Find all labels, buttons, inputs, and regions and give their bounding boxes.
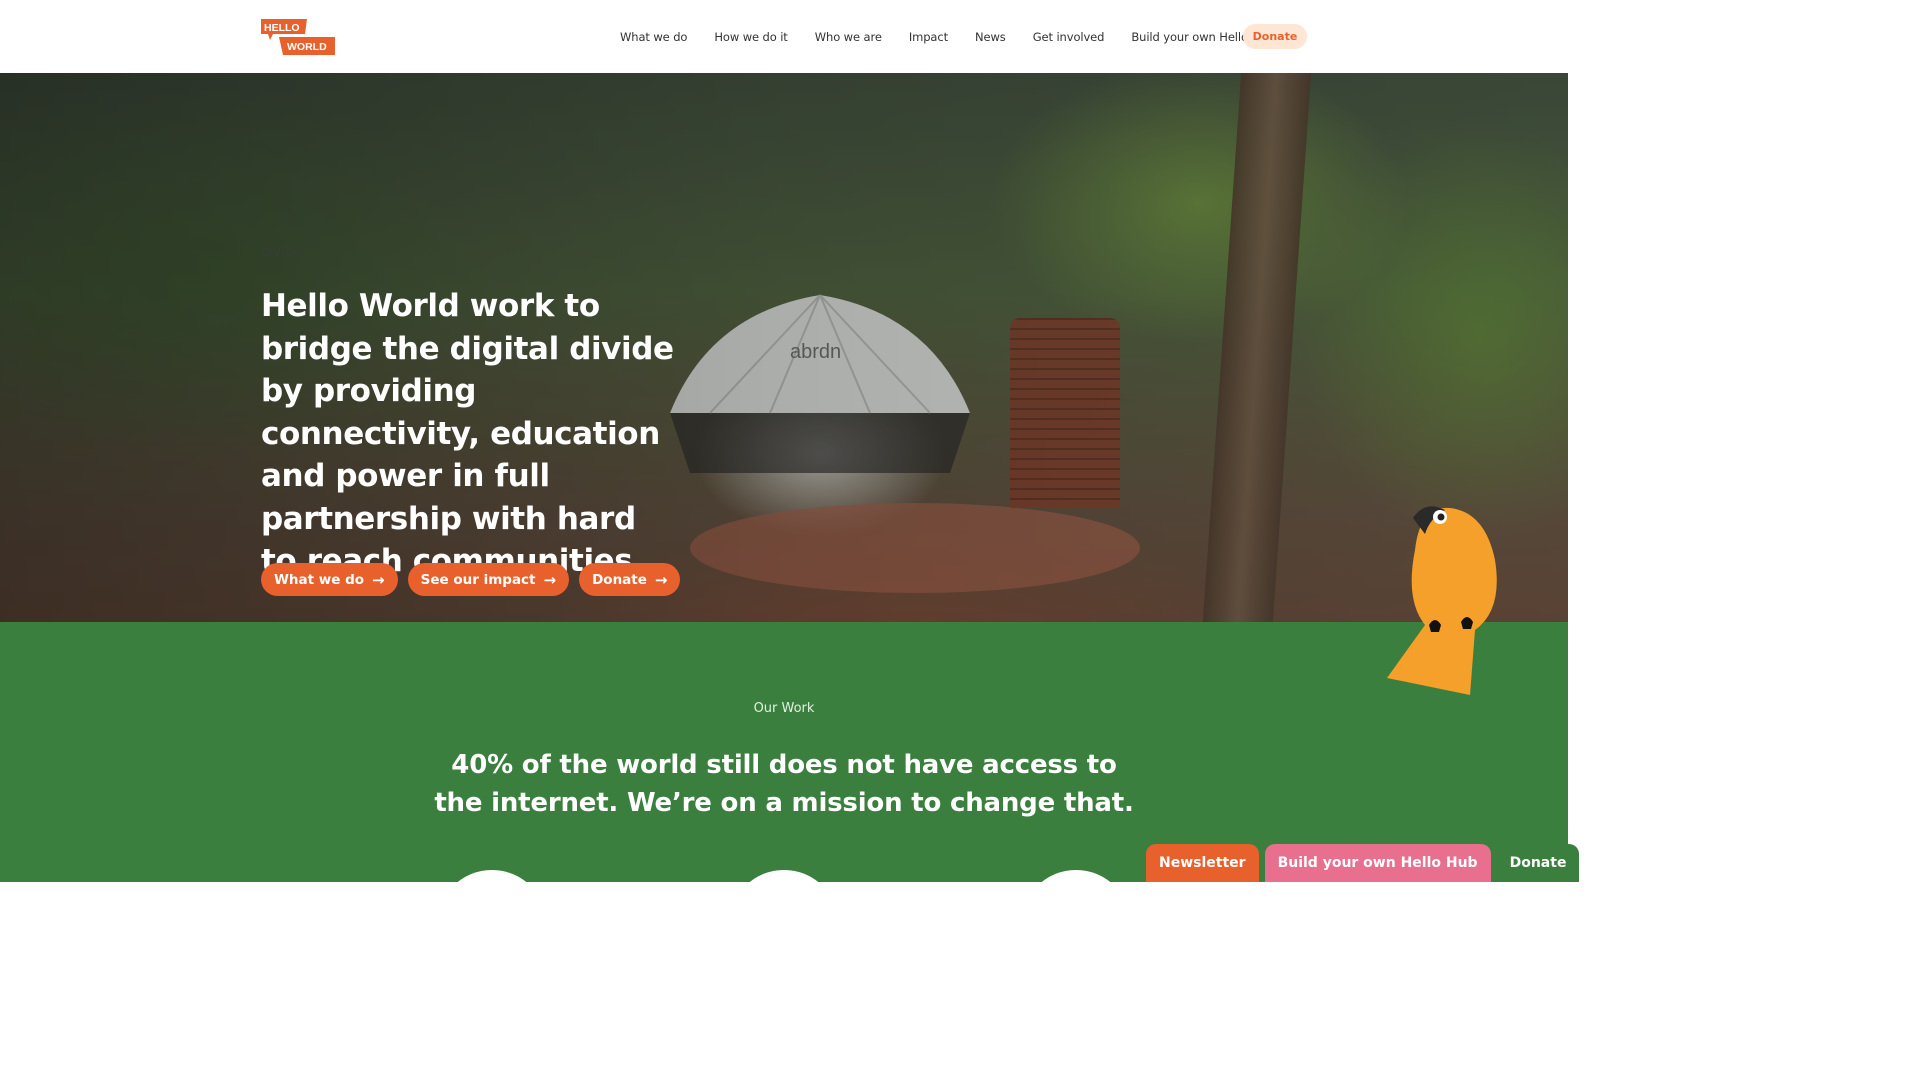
logo-hello: HELLO	[264, 22, 300, 34]
hero-buttons: What we do → See our impact → Donate →	[261, 563, 690, 596]
parrot-mascot-icon	[1387, 506, 1497, 695]
hero-overlay	[0, 73, 1568, 622]
nav-how-we-do-it[interactable]: How we do it	[714, 30, 787, 44]
site-header: HELLO WORLD What we do How we do it Who …	[0, 0, 1568, 73]
work-circle-1	[437, 870, 547, 980]
logo-world: WORLD	[287, 41, 327, 53]
arrow-right-icon: →	[543, 570, 557, 589]
nav-news[interactable]: News	[975, 30, 1006, 44]
arrow-right-icon: →	[372, 570, 385, 589]
work-circle-3	[1021, 870, 1131, 980]
hello-world-logo[interactable]: HELLO WORLD	[261, 18, 335, 56]
hero-title: Hello World work to bridge the digital d…	[261, 288, 674, 579]
our-work-title: 40% of the world still does not have acc…	[434, 750, 1134, 818]
hero-eyebrow: divide	[261, 245, 301, 260]
see-our-impact-label: See our impact	[420, 571, 536, 588]
nav-donate-button[interactable]: Donate	[1243, 24, 1307, 49]
nav-what-we-do[interactable]: What we do	[620, 30, 687, 44]
work-circle-2	[729, 870, 839, 980]
nav-impact[interactable]: Impact	[909, 30, 948, 44]
nav-who-we-are[interactable]: Who we are	[815, 30, 882, 44]
our-work-section: Our Work 40% of the world still does not…	[0, 622, 1568, 980]
nav-get-involved[interactable]: Get involved	[1033, 30, 1105, 44]
floating-donate-button[interactable]: Donate	[1496, 844, 1580, 882]
hero-donate-label: Donate	[592, 571, 647, 588]
build-hello-hub-button[interactable]: Build your own Hello Hub	[1264, 844, 1491, 882]
what-we-do-button[interactable]: What we do →	[261, 563, 398, 596]
what-we-do-label: What we do	[274, 571, 365, 588]
arrow-right-icon: →	[654, 570, 668, 589]
main-nav: What we do How we do it Who we are Impac…	[620, 0, 1301, 73]
hero-donate-button[interactable]: Donate →	[579, 563, 681, 596]
see-our-impact-button[interactable]: See our impact →	[407, 563, 570, 596]
newsletter-button[interactable]: Newsletter	[1146, 844, 1259, 882]
floating-action-bar: Newsletter Build your own Hello Hub Dona…	[1146, 844, 1585, 882]
our-work-eyebrow: Our Work	[753, 701, 815, 716]
hero-section: abrdn divide Hello World work to bridge …	[0, 73, 1568, 622]
